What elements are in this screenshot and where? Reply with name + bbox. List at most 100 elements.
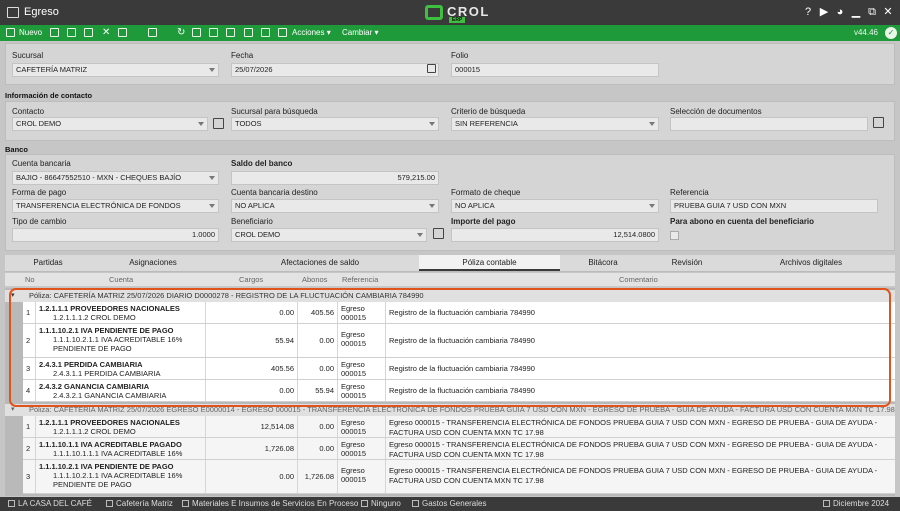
maximize-icon[interactable]: ⧉ bbox=[866, 6, 878, 18]
table-row[interactable]: 1 1.2.1.1.1 PROVEEDORES NACIONALES 1.2.1.… bbox=[23, 302, 895, 324]
forma-pago-select[interactable]: TRANSFERENCIA ELECTRÓNICA DE FONDOS bbox=[12, 199, 219, 213]
cuenta-destino-select[interactable]: NO APLICA bbox=[231, 199, 439, 213]
print-icon[interactable] bbox=[118, 28, 127, 37]
table-row[interactable]: 2 1.1.1.10.1.1 IVA ACREDITABLE PAGADO 1.1… bbox=[23, 438, 895, 460]
comment-text: Registro de la fluctuación cambiaria 784… bbox=[389, 336, 535, 345]
store-icon bbox=[106, 500, 113, 507]
saldo-label: Saldo del banco bbox=[231, 159, 293, 168]
status-branch-text: Cafetería Matriz bbox=[116, 499, 173, 508]
abono-value: 1,726.08 bbox=[298, 460, 338, 493]
table-row[interactable]: 4 2.4.3.2 GANANCIA CAMBIARIA 2.4.3.2.1 GA… bbox=[23, 380, 895, 402]
forma-pago-label: Forma de pago bbox=[12, 188, 67, 197]
list-icon[interactable] bbox=[278, 28, 287, 37]
status-company-text: LA CASA DEL CAFÉ bbox=[18, 499, 92, 508]
chart-icon[interactable] bbox=[244, 28, 253, 37]
poliza-group-header[interactable]: ▾ Póliza: CAFETERÍA MATRIZ 25/07/2026 EGR… bbox=[5, 404, 895, 416]
refresh-icon[interactable]: ↻ bbox=[177, 27, 185, 39]
upload-icon[interactable] bbox=[226, 28, 235, 37]
mail-icon[interactable] bbox=[209, 28, 218, 37]
poliza-grid: ▾ Póliza: CAFETERÍA MATRIZ 25/07/2026 DIA… bbox=[5, 288, 895, 496]
status-branch[interactable]: Cafetería Matriz bbox=[106, 497, 173, 511]
seleccion-label: Selección de documentos bbox=[670, 107, 762, 116]
change-menu[interactable]: Cambiar ▾ bbox=[342, 27, 378, 39]
criterio-select[interactable]: SIN REFERENCIA bbox=[451, 117, 659, 131]
copy-icon[interactable] bbox=[84, 28, 93, 37]
tipo-cambio-field[interactable]: 1.0000 bbox=[12, 228, 219, 242]
status-category-text: Materiales E Insumos de Servicios En Pro… bbox=[192, 499, 359, 508]
document-icon bbox=[7, 7, 19, 18]
tab-poliza-contable[interactable]: Póliza contable bbox=[419, 255, 560, 271]
save-icon[interactable] bbox=[50, 28, 59, 37]
beneficiary-card-icon[interactable] bbox=[433, 228, 444, 239]
actions-menu[interactable]: Acciones ▾ bbox=[292, 27, 331, 39]
new-icon[interactable] bbox=[6, 28, 15, 37]
status-category[interactable]: Materiales E Insumos de Servicios En Pro… bbox=[182, 497, 358, 511]
collapse-icon[interactable]: ▾ bbox=[11, 404, 15, 416]
col-abonos[interactable]: Abonos bbox=[302, 275, 327, 284]
new-button[interactable]: Nuevo bbox=[19, 27, 42, 39]
cargo-value: 12,514.08 bbox=[206, 416, 298, 437]
contacto-select[interactable]: CROL DEMO bbox=[12, 117, 208, 131]
cargo-value: 0.00 bbox=[206, 380, 298, 401]
tab-partidas[interactable]: Partidas bbox=[15, 255, 81, 271]
user-icon[interactable] bbox=[261, 28, 270, 37]
col-comentario[interactable]: Comentario bbox=[619, 275, 658, 284]
row-no: 3 bbox=[23, 460, 36, 493]
collapse-icon[interactable]: ▾ bbox=[11, 290, 15, 302]
sucursal-busqueda-select[interactable]: TODOS bbox=[231, 117, 439, 131]
referencia-field[interactable]: PRUEBA GUIA 7 USD CON MXN bbox=[670, 199, 878, 213]
table-row[interactable]: 3 1.1.1.10.2.1 IVA PENDIENTE DE PAGO 1.1.… bbox=[23, 460, 895, 494]
edit-icon[interactable] bbox=[67, 28, 76, 37]
col-referencia[interactable]: Referencia bbox=[342, 275, 378, 284]
table-row[interactable]: 3 2.4.3.1 PERDIDA CAMBIARIA 2.4.3.1.1 PER… bbox=[23, 358, 895, 380]
seleccion-field[interactable] bbox=[670, 117, 868, 131]
col-cargos[interactable]: Cargos bbox=[239, 275, 263, 284]
status-company[interactable]: LA CASA DEL CAFÉ bbox=[8, 497, 92, 511]
status-expenses[interactable]: Gastos Generales bbox=[412, 497, 486, 511]
cancel-icon[interactable]: ✕ bbox=[102, 27, 110, 39]
beneficiario-value: CROL DEMO bbox=[235, 230, 281, 239]
row-no: 1 bbox=[23, 416, 36, 437]
status-period[interactable]: Diciembre 2024 bbox=[823, 497, 889, 511]
chat-icon[interactable]: ◕ bbox=[834, 6, 846, 18]
cargo-value: 1,726.08 bbox=[206, 438, 298, 459]
tab-asignaciones[interactable]: Asignaciones bbox=[113, 255, 193, 271]
table-row[interactable]: 2 1.1.1.10.2.1 IVA PENDIENTE DE PAGO 1.1.… bbox=[23, 324, 895, 358]
export-icon[interactable] bbox=[148, 28, 157, 37]
col-no[interactable]: No bbox=[25, 275, 35, 284]
search-documents-icon[interactable] bbox=[873, 117, 884, 128]
folio-field[interactable]: 000015 bbox=[451, 63, 659, 77]
sucursal-select[interactable]: CAFETERÍA MATRIZ bbox=[12, 63, 219, 77]
contact-card-icon[interactable] bbox=[213, 118, 224, 129]
help-icon[interactable]: ? bbox=[802, 6, 814, 18]
fecha-field[interactable]: 25/07/2026 bbox=[231, 63, 439, 77]
truck-icon bbox=[361, 500, 368, 507]
abono-value: 0.00 bbox=[298, 358, 338, 379]
poliza-title: Póliza: CAFETERÍA MATRIZ 25/07/2026 EGRE… bbox=[29, 405, 895, 414]
cargo-value: 55.94 bbox=[206, 324, 298, 357]
tab-bitacora[interactable]: Bitácora bbox=[573, 255, 633, 271]
bank-panel: Cuenta bancaria BAJIO - 86647552510 - MX… bbox=[5, 154, 895, 251]
chevron-down-icon bbox=[429, 204, 435, 208]
status-none[interactable]: Ninguno bbox=[361, 497, 401, 511]
attach-icon[interactable] bbox=[192, 28, 201, 37]
poliza-group-header[interactable]: ▾ Póliza: CAFETERÍA MATRIZ 25/07/2026 DIA… bbox=[5, 290, 895, 302]
video-icon[interactable]: ▶ bbox=[818, 6, 830, 18]
calendar-icon[interactable] bbox=[427, 64, 436, 73]
building-icon bbox=[8, 500, 15, 507]
abono-checkbox[interactable] bbox=[670, 231, 679, 240]
close-icon[interactable]: ✕ bbox=[882, 6, 894, 18]
crol-logo-sub: ERP bbox=[449, 17, 466, 23]
tab-afectaciones[interactable]: Afectaciones de saldo bbox=[265, 255, 375, 271]
criterio-value: SIN REFERENCIA bbox=[455, 119, 518, 128]
minimize-icon[interactable]: ▁ bbox=[850, 6, 862, 18]
tab-revision[interactable]: Revisión bbox=[657, 255, 717, 271]
cuenta-select[interactable]: BAJIO - 86647552510 - MXN - CHEQUES BAJÍ… bbox=[12, 171, 219, 185]
col-cuenta[interactable]: Cuenta bbox=[109, 275, 133, 284]
formato-select[interactable]: NO APLICA bbox=[451, 199, 659, 213]
table-row[interactable]: 1 1.2.1.1.1 PROVEEDORES NACIONALES 1.2.1.… bbox=[23, 416, 895, 438]
beneficiario-select[interactable]: CROL DEMO bbox=[231, 228, 427, 242]
tab-archivos[interactable]: Archivos digitales bbox=[765, 255, 857, 271]
comment-text: Egreso 000015 - TRANSFERENCIA ELECTRÓNIC… bbox=[389, 466, 878, 485]
comment-text: Egreso 000015 - TRANSFERENCIA ELECTRÓNIC… bbox=[389, 418, 878, 437]
